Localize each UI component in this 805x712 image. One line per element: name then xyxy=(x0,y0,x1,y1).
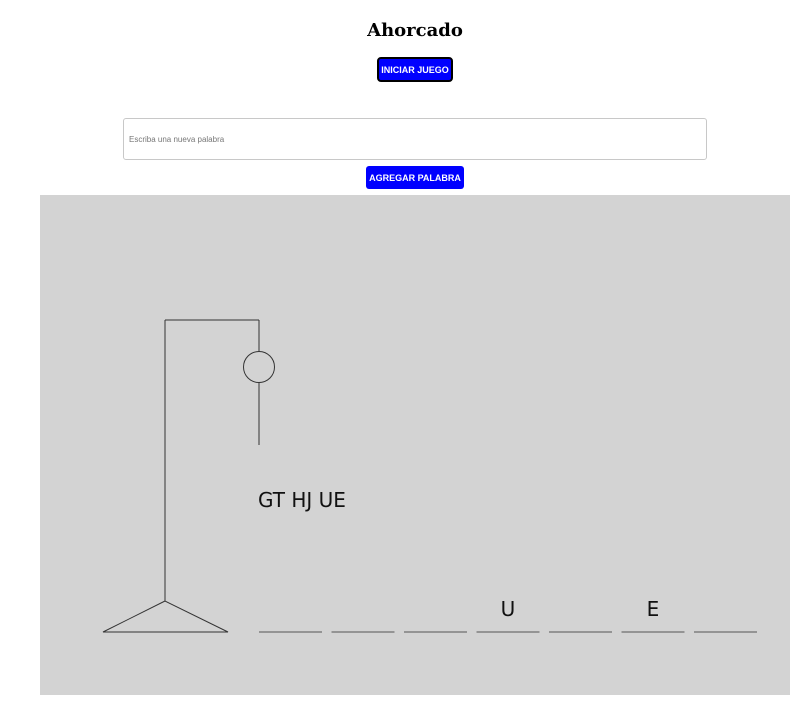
game-board: GT HJ UE UE xyxy=(40,195,790,695)
gallows xyxy=(102,319,260,633)
word-slot-letter: U xyxy=(501,597,516,621)
start-game-button[interactable]: INICIAR JUEGO xyxy=(377,57,453,82)
add-word-button[interactable]: AGREGAR PALABRA xyxy=(366,166,464,189)
game-canvas: GT HJ UE UE xyxy=(102,319,757,633)
figure-head xyxy=(243,351,275,383)
hangman-page: Ahorcado INICIAR JUEGO AGREGAR PALABRA G… xyxy=(0,0,805,712)
word-slot-letter: E xyxy=(647,597,660,621)
word-slots: UE xyxy=(259,597,757,633)
gallows-base xyxy=(102,600,229,633)
wrong-letters: GT HJ UE xyxy=(258,488,346,512)
new-word-input[interactable] xyxy=(123,118,707,160)
page-title: Ahorcado xyxy=(367,20,463,41)
hanged-figure xyxy=(243,351,275,445)
